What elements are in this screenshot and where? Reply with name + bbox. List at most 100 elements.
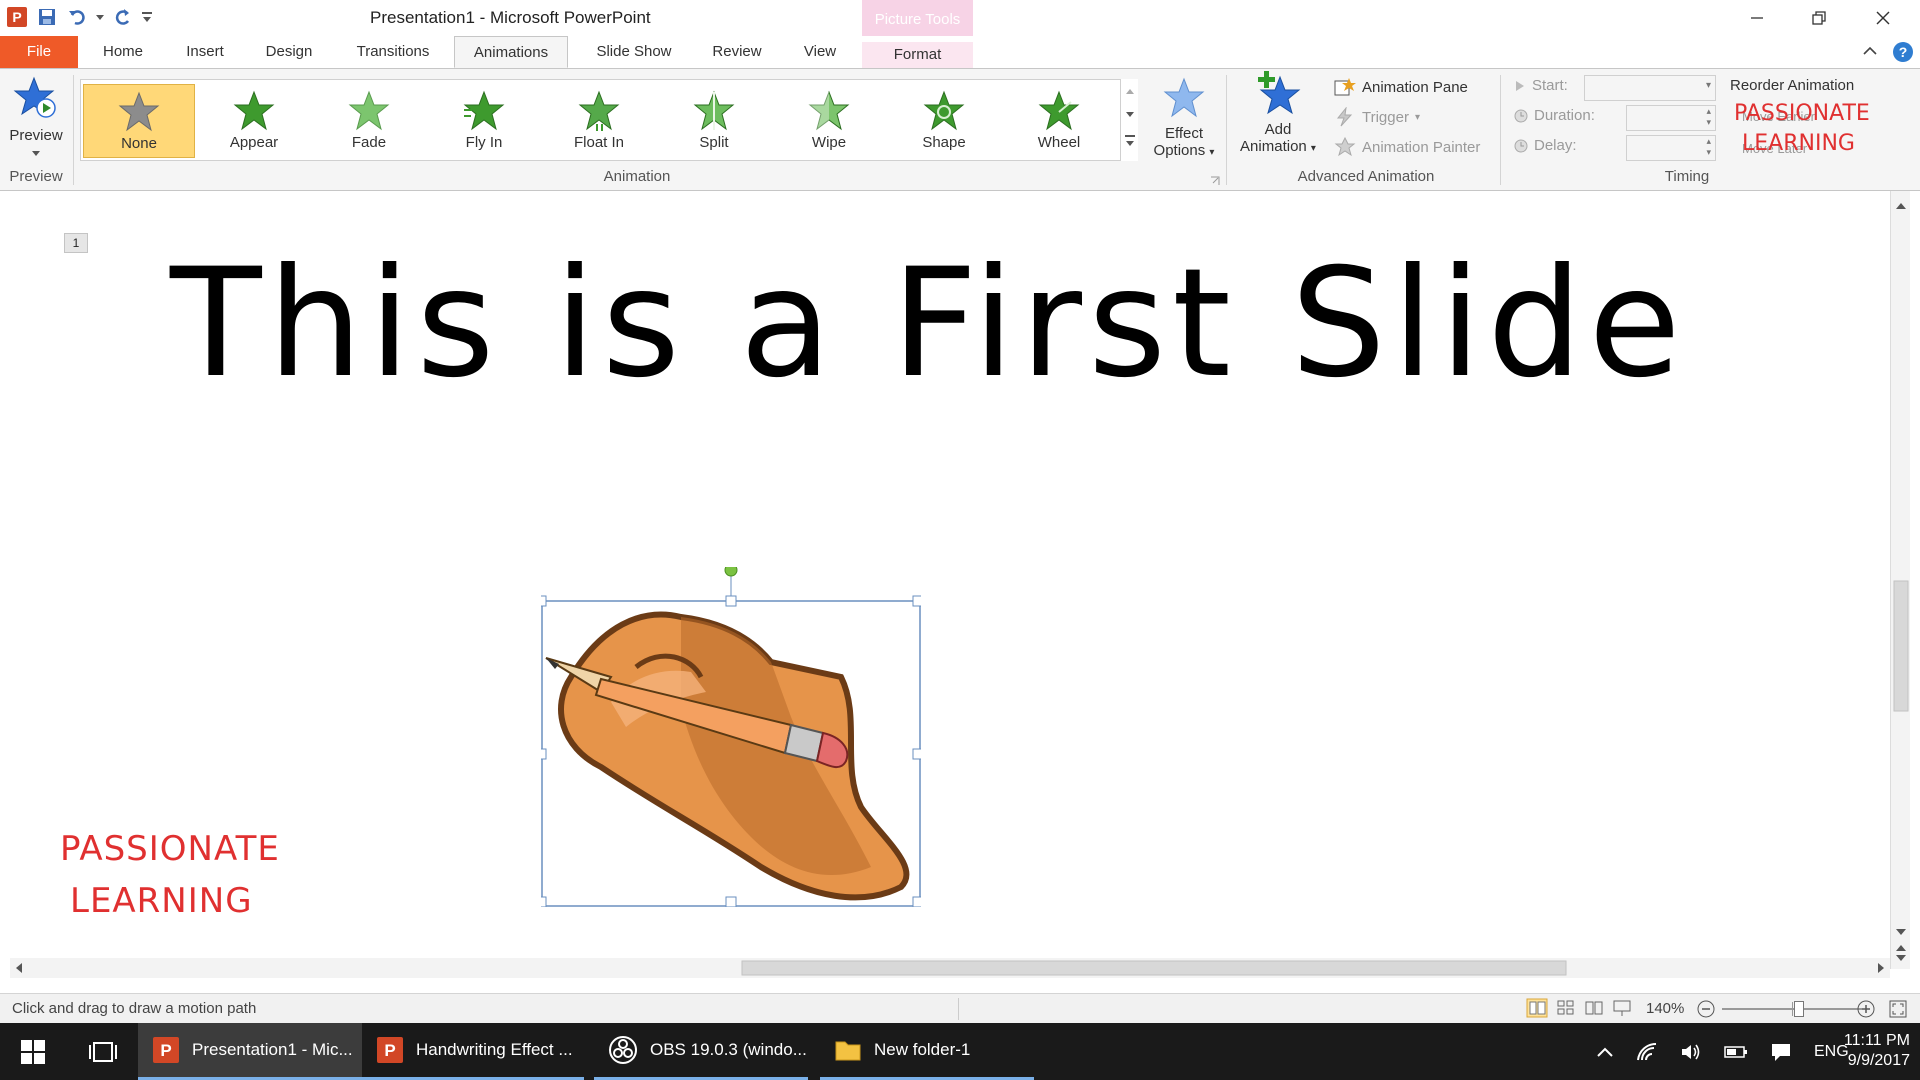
taskbar-item-handwriting-effect[interactable]: P Handwriting Effect ... — [362, 1023, 584, 1080]
task-view-icon — [89, 1041, 117, 1062]
show-hidden-icons-icon[interactable] — [1596, 1045, 1614, 1059]
volume-icon[interactable] — [1680, 1042, 1702, 1062]
animation-shape[interactable]: Shape — [888, 84, 1000, 158]
start-field-label: Start: — [1514, 77, 1568, 94]
powerpoint-app-icon[interactable]: P — [4, 4, 30, 30]
window-title: Presentation1 - Microsoft PowerPoint — [370, 8, 651, 27]
horizontal-scrollbar[interactable] — [10, 958, 1890, 978]
animation-none[interactable]: None — [83, 84, 195, 158]
help-icon[interactable]: ? — [1892, 41, 1914, 67]
taskbar-item-obs[interactable]: OBS 19.0.3 (windo... — [594, 1023, 808, 1080]
task-view-button[interactable] — [70, 1023, 138, 1080]
trigger-button[interactable]: Trigger ▾ — [1334, 107, 1420, 127]
animation-painter-icon — [1334, 137, 1356, 157]
duration-clock-icon — [1514, 109, 1528, 122]
preview-button[interactable]: Preview — [4, 75, 68, 161]
tab-review[interactable]: Review — [702, 36, 772, 68]
network-icon[interactable] — [1636, 1042, 1658, 1062]
gallery-scrollbar[interactable] — [1120, 79, 1138, 161]
tab-transitions[interactable]: Transitions — [342, 36, 444, 68]
trigger-lightning-icon — [1336, 107, 1353, 127]
slide-canvas[interactable]: 1 This is a First Slide PASSIONATE LEARN… — [10, 197, 1890, 947]
tab-home[interactable]: Home — [92, 36, 154, 68]
slide-sorter-icon[interactable] — [1556, 998, 1576, 1018]
minimize-ribbon-icon[interactable] — [1862, 44, 1878, 62]
animation-fly-in[interactable]: Fly In — [428, 84, 540, 158]
resize-handle-right[interactable] — [912, 748, 924, 760]
resize-handle-top-right[interactable] — [912, 595, 924, 607]
normal-view-icon[interactable] — [1526, 998, 1548, 1018]
selected-picture[interactable] — [535, 563, 924, 908]
animation-appear[interactable]: Appear — [198, 84, 310, 158]
slide-watermark: PASSIONATE LEARNING — [60, 823, 280, 927]
reading-view-icon[interactable] — [1584, 998, 1604, 1018]
save-icon[interactable] — [34, 4, 60, 30]
vertical-scrollbar[interactable] — [1890, 191, 1910, 969]
slide-show-view-icon[interactable] — [1612, 998, 1632, 1018]
shape-star-icon — [923, 90, 965, 131]
close-button[interactable] — [1852, 0, 1914, 36]
animation-painter-button[interactable]: Animation Painter — [1334, 137, 1480, 157]
tab-format[interactable]: Format — [862, 42, 973, 68]
preview-star-icon — [13, 76, 56, 118]
animation-pane-button[interactable]: Animation Pane — [1334, 77, 1468, 97]
animation-none-label: None — [121, 135, 157, 152]
rotation-handle[interactable] — [724, 563, 738, 577]
resize-handle-top[interactable] — [725, 595, 737, 607]
reorder-animation-label: Reorder Animation — [1730, 77, 1855, 94]
advanced-animation-group-label: Advanced Animation — [1297, 168, 1435, 185]
clock-date: 9/9/2017 — [1847, 1052, 1910, 1069]
ribbon-watermark: PASSIONATE LEARNING — [1734, 99, 1870, 159]
animation-dialog-launcher-icon[interactable] — [1210, 173, 1220, 190]
duration-spinner[interactable]: ▴ ▾ — [1626, 105, 1716, 131]
tab-view[interactable]: View — [790, 36, 850, 68]
resize-handle-bottom[interactable] — [725, 896, 737, 908]
redo-icon[interactable] — [110, 4, 136, 30]
slide-title[interactable]: This is a First Slide — [170, 237, 1687, 411]
quick-access-toolbar: P — [4, 4, 158, 30]
taskbar-item-new-folder[interactable]: New folder-1 — [820, 1023, 1034, 1080]
delay-field-label: Delay: — [1514, 137, 1577, 154]
tab-insert[interactable]: Insert — [172, 36, 238, 68]
zoom-slider[interactable] — [1722, 1001, 1862, 1017]
none-star-icon — [118, 91, 160, 132]
tab-slide-show[interactable]: Slide Show — [584, 36, 684, 68]
add-animation-button[interactable]: Add Animation ▾ — [1232, 69, 1324, 155]
resize-handle-bottom-right[interactable] — [912, 896, 924, 908]
fit-to-window-icon[interactable] — [1888, 999, 1908, 1023]
restore-button[interactable] — [1788, 0, 1850, 36]
animation-wheel[interactable]: Wheel — [1003, 84, 1115, 158]
taskbar-clock[interactable]: 11:11 PM 9/9/2017 — [1826, 1031, 1910, 1071]
animation-fade[interactable]: Fade — [313, 84, 425, 158]
delay-spinner[interactable]: ▴ ▾ — [1626, 135, 1716, 161]
clock-time: 11:11 PM — [1843, 1032, 1910, 1049]
undo-icon[interactable] — [64, 4, 90, 30]
start-dropdown[interactable]: ▾ — [1584, 75, 1716, 101]
resize-handle-bottom-left[interactable] — [535, 896, 547, 908]
effect-options-button[interactable]: Effect Options ▾ — [1146, 77, 1222, 159]
start-button[interactable] — [0, 1023, 68, 1080]
split-star-icon — [693, 90, 735, 131]
animation-split[interactable]: Split — [658, 84, 770, 158]
zoom-in-icon[interactable] — [1856, 999, 1876, 1023]
minimize-button[interactable] — [1726, 0, 1788, 36]
battery-icon[interactable] — [1724, 1045, 1748, 1059]
svg-text:?: ? — [1899, 44, 1908, 60]
tab-animations[interactable]: Animations — [454, 36, 568, 68]
zoom-level[interactable]: 140% — [1646, 1000, 1684, 1017]
zoom-slider-thumb[interactable] — [1794, 1001, 1804, 1017]
customize-qat-icon[interactable] — [140, 4, 154, 30]
undo-dropdown-icon[interactable] — [94, 4, 106, 30]
tab-file[interactable]: File — [0, 36, 78, 68]
animation-float-in[interactable]: Float In — [543, 84, 655, 158]
gallery-scroll-up-icon — [1126, 89, 1134, 94]
resize-handle-top-left[interactable] — [535, 595, 547, 607]
zoom-out-icon[interactable] — [1696, 999, 1716, 1023]
taskbar-item-powerpoint[interactable]: P Presentation1 - Mic... — [138, 1023, 362, 1080]
animation-pane-label: Animation Pane — [1362, 78, 1468, 96]
action-center-icon[interactable] — [1770, 1042, 1792, 1062]
animation-wipe[interactable]: Wipe — [773, 84, 885, 158]
tab-design[interactable]: Design — [254, 36, 324, 68]
resize-handle-left[interactable] — [535, 748, 547, 760]
taskbar-item-label: Handwriting Effect ... — [416, 1040, 573, 1059]
